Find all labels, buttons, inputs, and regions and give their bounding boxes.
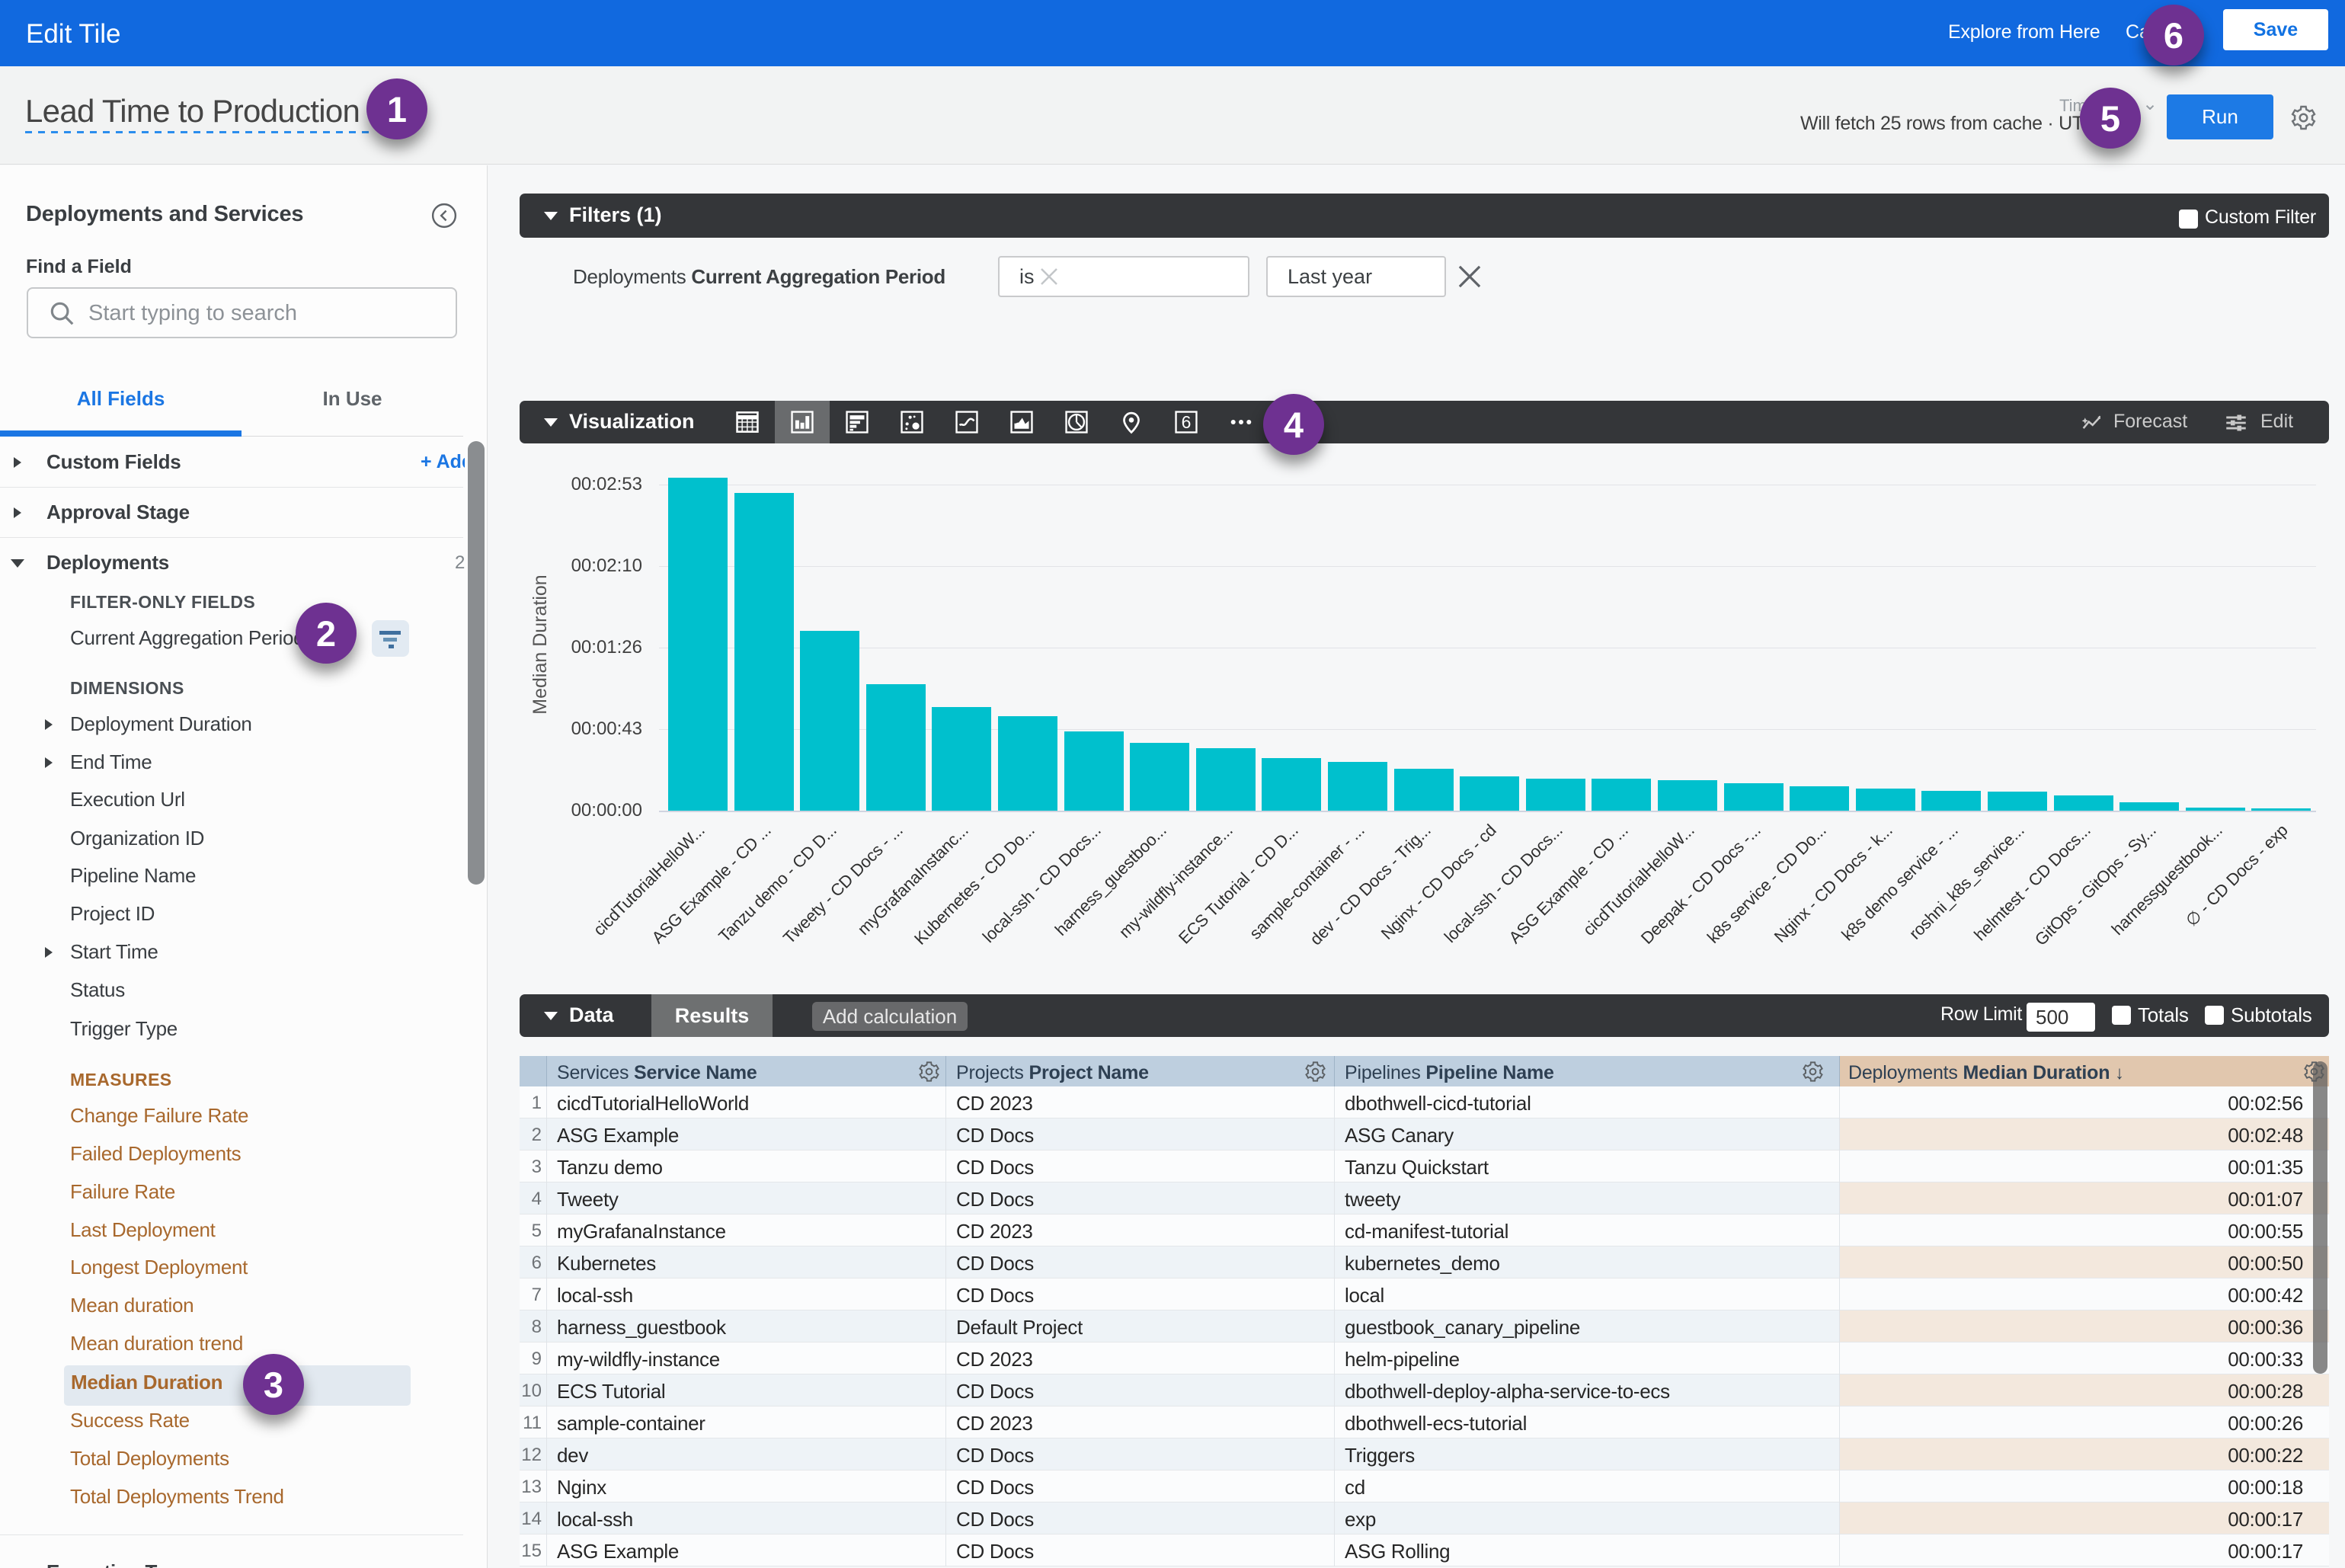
svg-text:6: 6 [1182,412,1192,432]
